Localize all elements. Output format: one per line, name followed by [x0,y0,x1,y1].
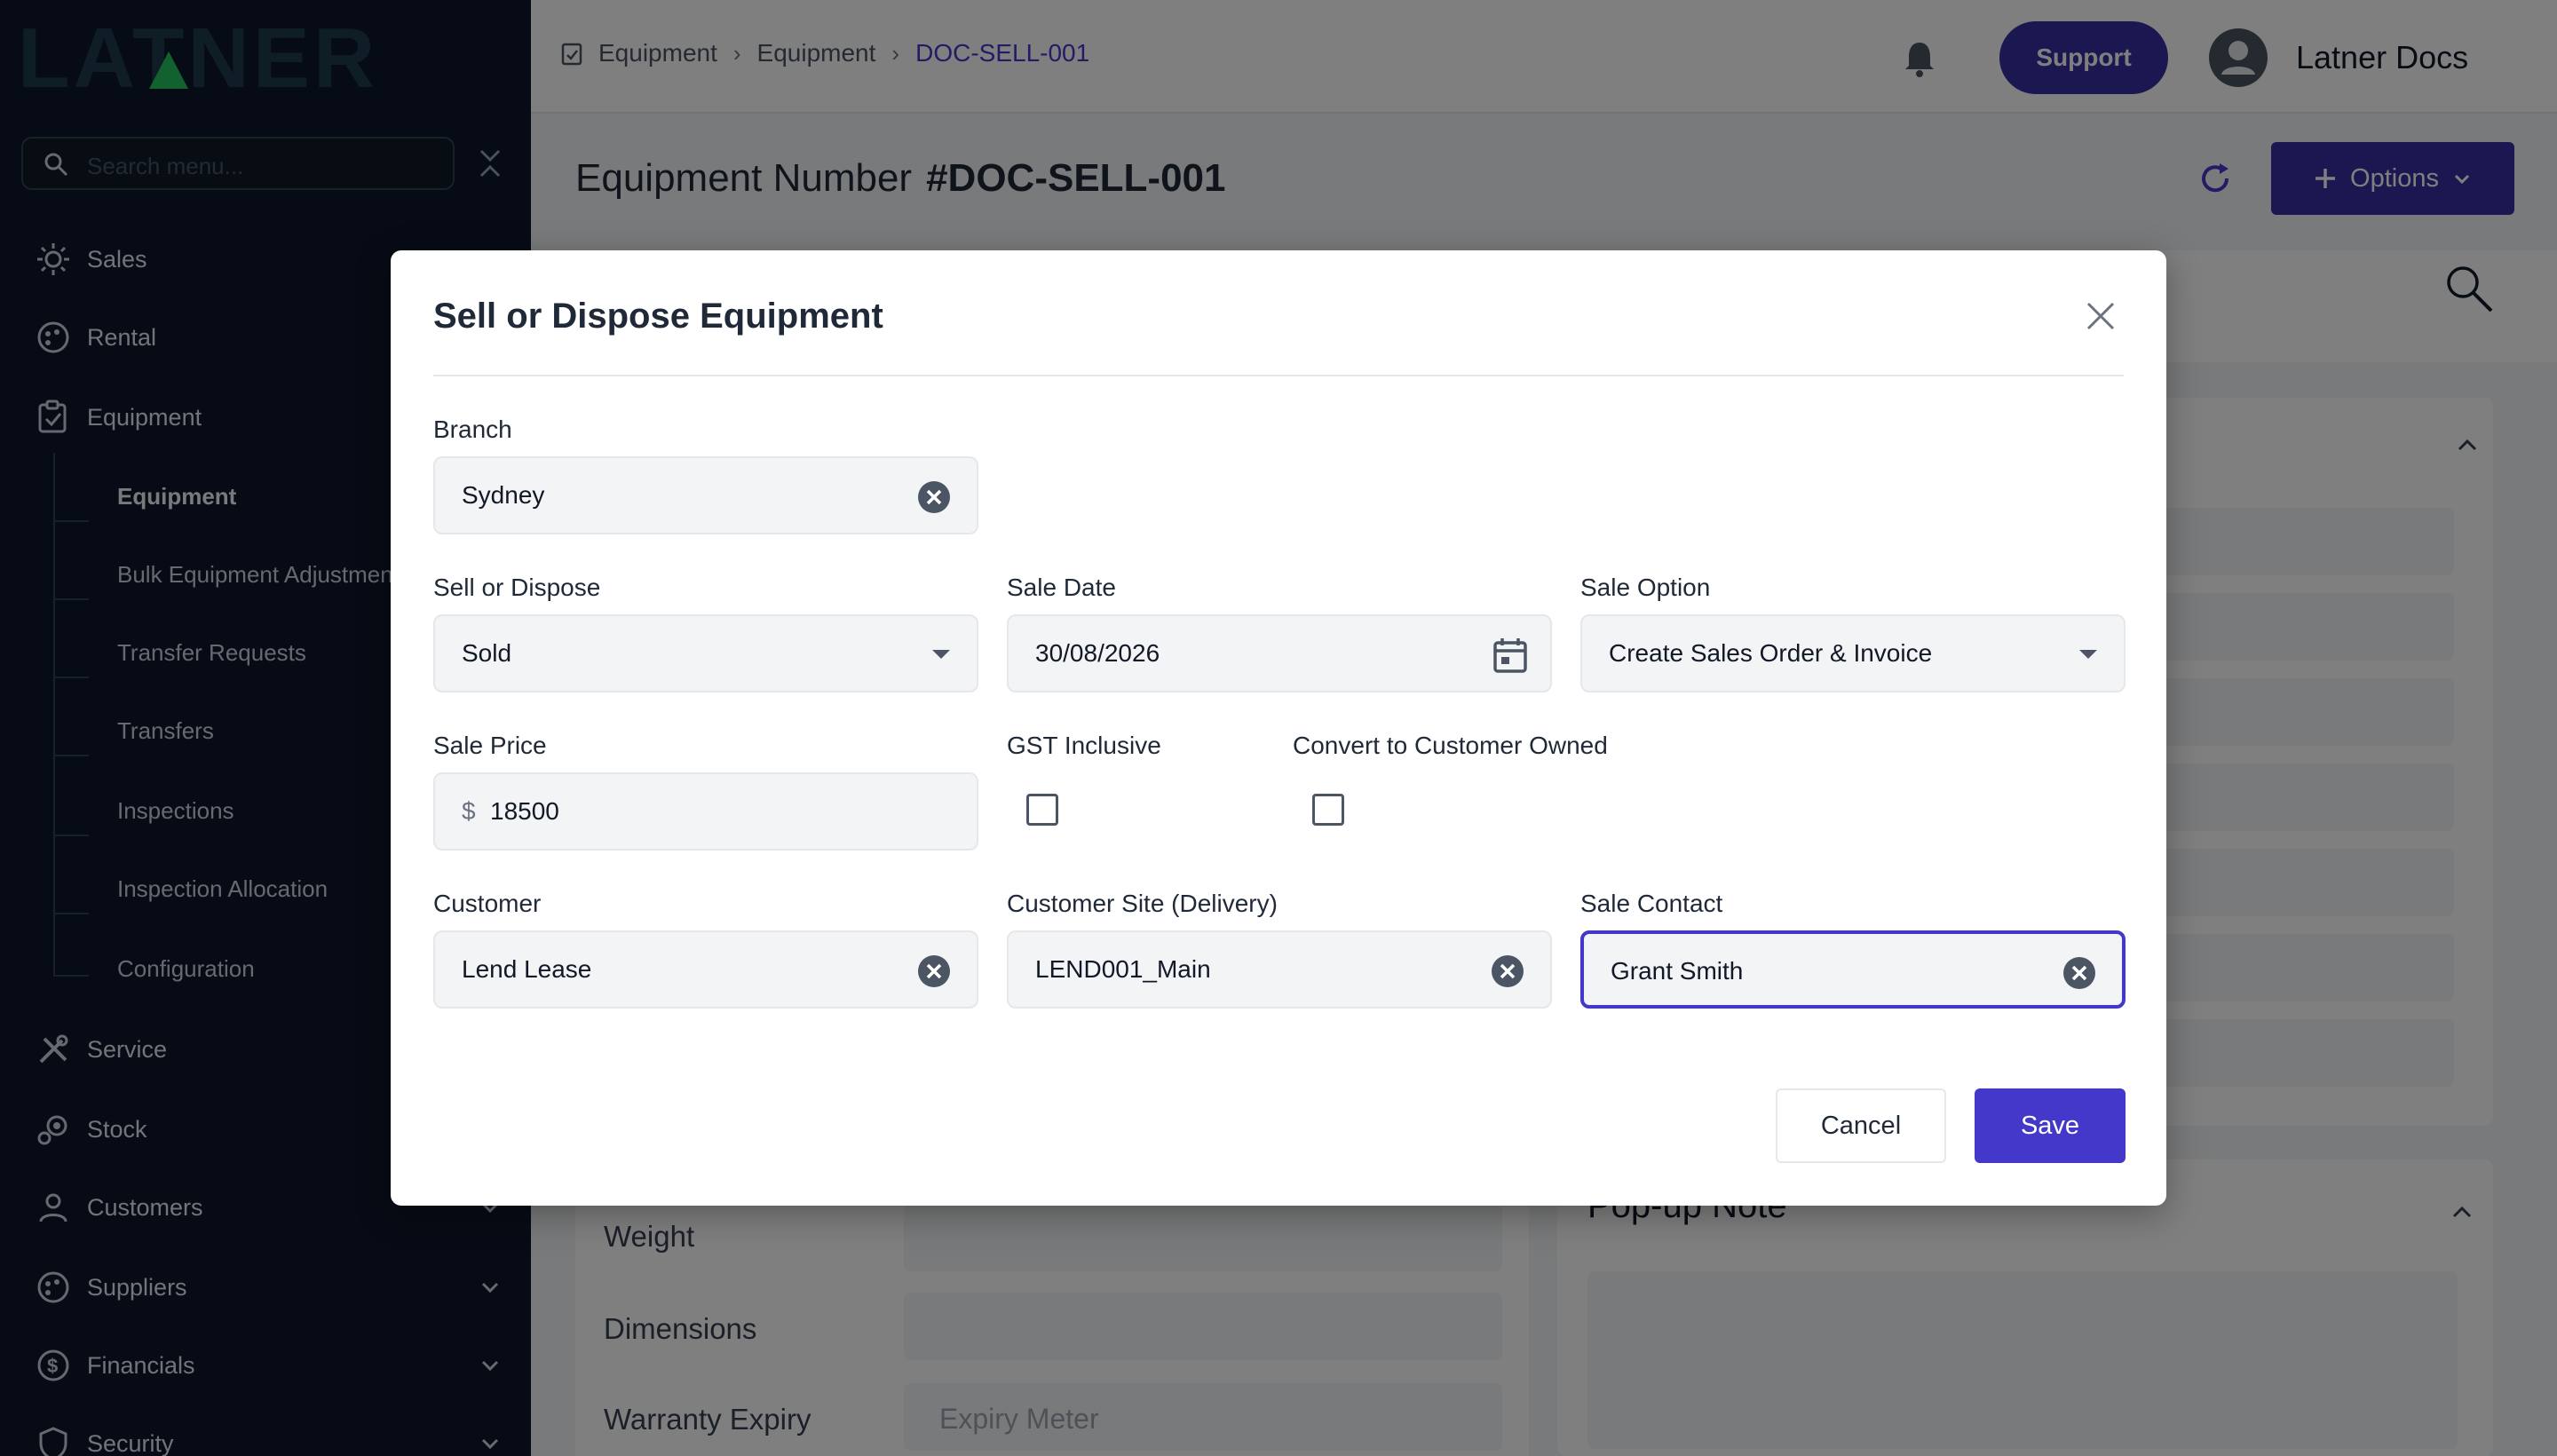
sale-option-value: Create Sales Order & Invoice [1609,639,1933,667]
customer-value: Lend Lease [462,955,592,983]
currency-prefix: $ [462,797,476,825]
modal-title: Sell or Dispose Equipment [433,297,883,336]
customer-site-select[interactable]: LEND001_Main [1007,930,1552,1009]
branch-value: Sydney [462,481,545,509]
sale-option-label: Sale Option [1580,574,1711,601]
sell-or-dispose-select[interactable]: Sold [433,614,978,692]
gst-inclusive-label: GST Inclusive [1007,732,1161,759]
close-icon[interactable] [2085,300,2117,332]
save-button[interactable]: Save [1975,1088,2126,1163]
customer-label: Customer [433,890,542,917]
calendar-icon[interactable] [1492,636,1529,675]
sale-contact-select[interactable]: Grant Smith [1580,930,2126,1009]
sale-date-value: 30/08/2026 [1035,639,1160,667]
customer-site-value: LEND001_Main [1035,955,1211,983]
convert-owned-checkbox[interactable] [1312,794,1344,826]
sale-date-label: Sale Date [1007,574,1116,601]
branch-label: Branch [433,415,512,443]
clear-icon[interactable] [916,479,952,515]
sale-option-select[interactable]: Create Sales Order & Invoice [1580,614,2126,692]
cancel-button[interactable]: Cancel [1776,1088,1946,1163]
sale-contact-label: Sale Contact [1580,890,1723,917]
sale-date-input[interactable]: 30/08/2026 [1007,614,1552,692]
sale-price-value: 18500 [490,797,559,825]
sale-price-input[interactable]: $ 18500 [433,772,978,851]
sale-price-label: Sale Price [433,732,547,759]
divider [433,375,2124,376]
sell-or-dispose-value: Sold [462,639,512,667]
sale-contact-value: Grant Smith [1611,957,1744,985]
branch-select[interactable]: Sydney [433,456,978,534]
sell-or-dispose-label: Sell or Dispose [433,574,601,601]
convert-owned-label: Convert to Customer Owned [1293,732,1608,759]
customer-site-label: Customer Site (Delivery) [1007,890,1278,917]
sell-dispose-modal: Sell or Dispose Equipment Branch Sydney … [391,250,2166,1206]
clear-icon[interactable] [2062,955,2097,991]
gst-inclusive-checkbox[interactable] [1026,794,1058,826]
caret-down-icon [2079,650,2097,659]
customer-select[interactable]: Lend Lease [433,930,978,1009]
clear-icon[interactable] [916,954,952,989]
caret-down-icon [932,650,950,659]
clear-icon[interactable] [1490,954,1525,989]
